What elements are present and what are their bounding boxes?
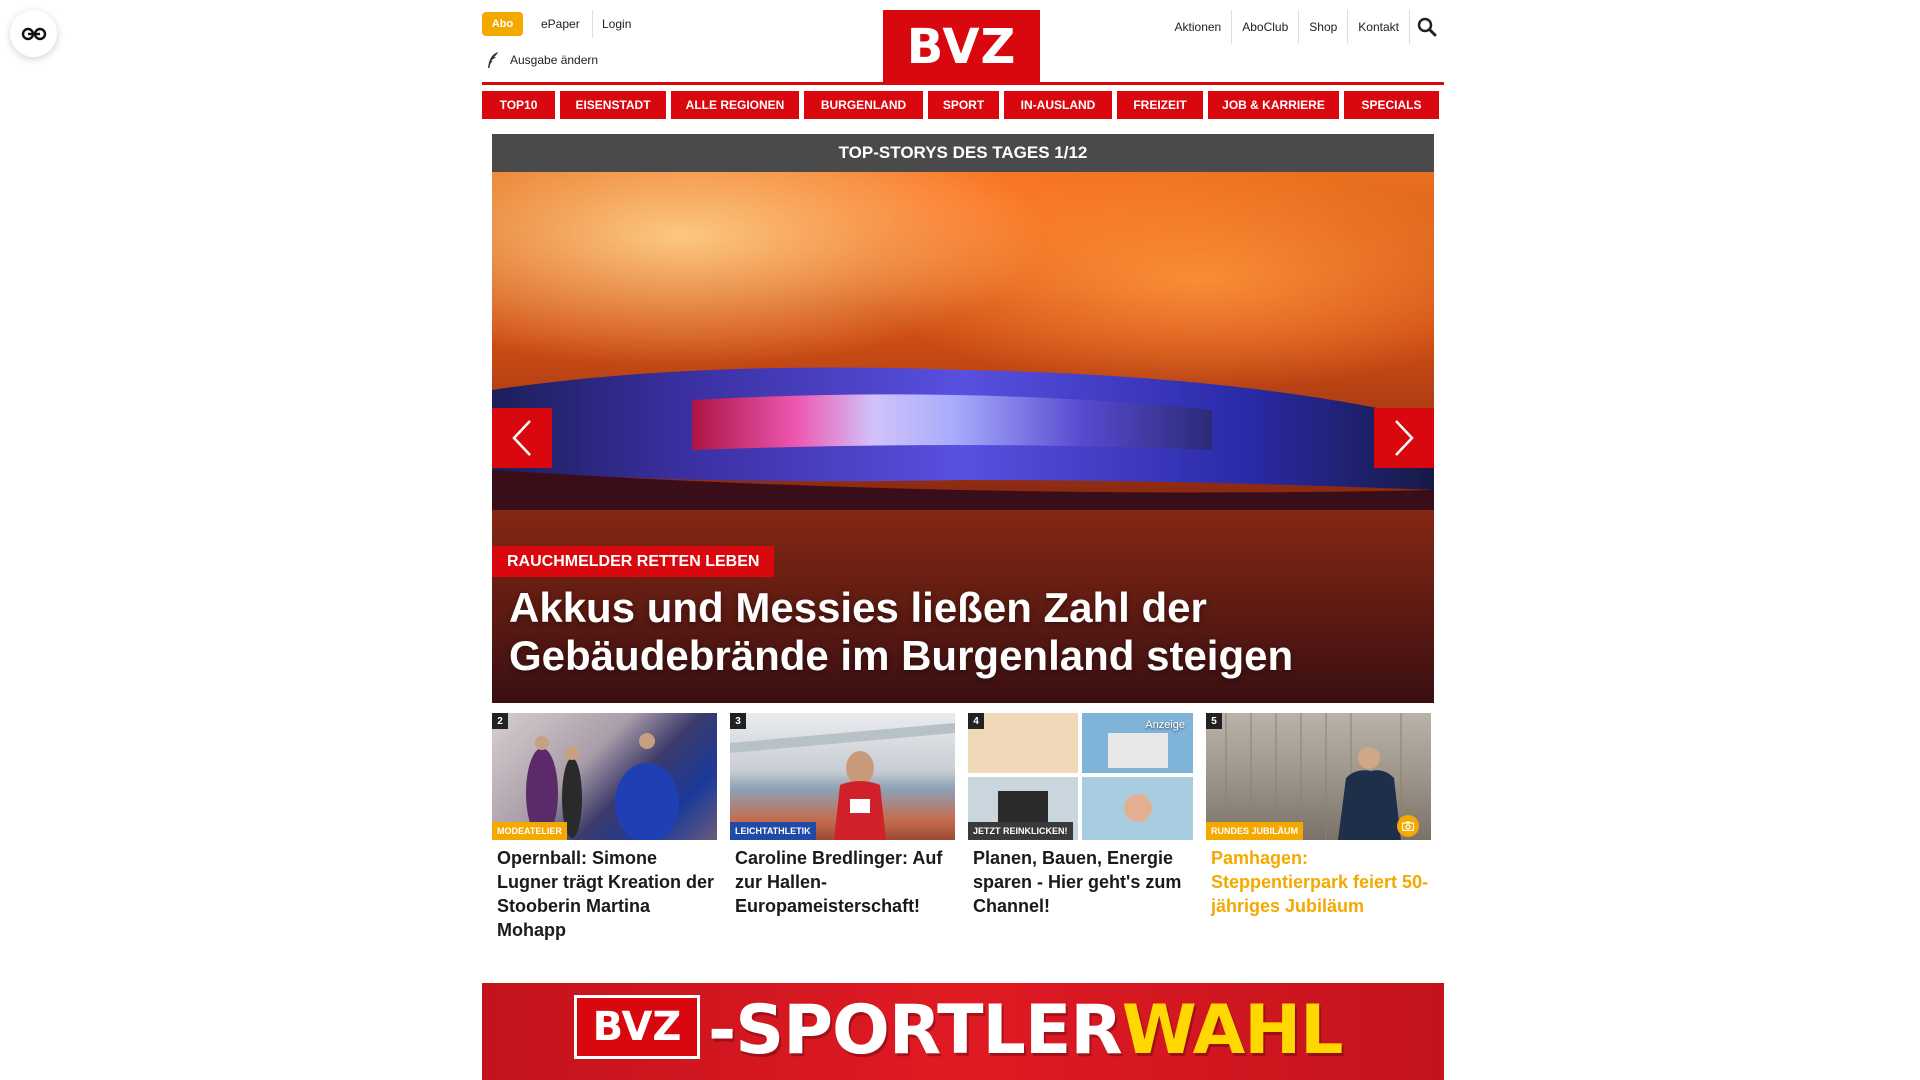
camera-icon (1402, 821, 1414, 831)
sportlerwahl-banner[interactable]: BVZ -SPORTLERWAHL (482, 983, 1444, 1080)
banner-logo: BVZ (574, 995, 700, 1059)
reader-mode-icon (21, 27, 46, 40)
teaser-image: 3 LEICHTATHLETIK (730, 713, 955, 840)
teaser-title[interactable]: Caroline Bredlinger: Auf zur Hallen-Euro… (730, 846, 955, 918)
shop-link[interactable]: Shop (1299, 10, 1349, 44)
service-links: Aktionen AboClub Shop Kontakt (1165, 10, 1444, 44)
search-button[interactable] (1410, 10, 1444, 44)
teaser-title[interactable]: Pamhagen: Steppentierpark feiert 50-jähr… (1206, 846, 1431, 918)
banner-text-yellow: WAHL (1121, 991, 1344, 1070)
nav-item-eisenstadt[interactable]: EISENSTADT (560, 91, 666, 119)
nav-item-burgenland[interactable]: BURGENLAND (804, 91, 923, 119)
page: Abo ePaper Login Ausgabe ändern BVZ Akti… (0, 0, 1920, 1080)
chevron-right-icon (1395, 420, 1414, 456)
reader-mode-button[interactable] (10, 10, 57, 57)
teaser-category: LEICHTATHLETIK (730, 822, 816, 840)
hero-title[interactable]: Akkus und Messies ließen Zahl der Gebäud… (509, 584, 1409, 680)
aktionen-link[interactable]: Aktionen (1165, 10, 1233, 44)
teaser-title[interactable]: Planen, Bauen, Energie sparen - Hier geh… (968, 846, 1193, 918)
nav-item-freizeit[interactable]: FREIZEIT (1117, 91, 1203, 119)
teaser-number: 5 (1206, 713, 1222, 729)
main-navigation: TOP10 EISENSTADT ALLE REGIONEN BURGENLAN… (482, 91, 1444, 119)
teaser-image: Anzeige 4 JETZT REINKLICKEN! (968, 713, 1193, 840)
header: Abo ePaper Login Ausgabe ändern BVZ Akti… (482, 0, 1444, 83)
chevron-left-icon (512, 420, 531, 456)
banner-text-white: -SPORTLER (708, 991, 1123, 1070)
teaser-card[interactable]: 3 LEICHTATHLETIK Caroline Bredlinger: Au… (730, 713, 955, 942)
nav-item-alle-regionen[interactable]: ALLE REGIONEN (671, 91, 799, 119)
police-light-image (492, 367, 1434, 510)
teaser-card[interactable]: Anzeige 4 JETZT REINKLICKEN! Planen, Bau… (968, 713, 1193, 942)
gallery-badge (1397, 815, 1419, 837)
slider-next-button[interactable] (1374, 408, 1434, 468)
header-divider (482, 82, 1444, 85)
teaser-category: MODEATELIER (492, 822, 567, 840)
teaser-title[interactable]: Opernball: Simone Lugner trägt Kreation … (492, 846, 717, 942)
bvz-logo[interactable]: BVZ (883, 10, 1040, 83)
teaser-number: 3 (730, 713, 746, 729)
teaser-card[interactable]: 2 MODEATELIER Opernball: Simone Lugner t… (492, 713, 717, 942)
teaser-photo (526, 733, 679, 840)
logo-text: BVZ (906, 18, 1017, 75)
aboclub-link[interactable]: AboClub (1232, 10, 1300, 44)
search-icon (1417, 17, 1437, 37)
banner-logo-text: BVZ (592, 1004, 682, 1050)
anzeige-label: Anzeige (1145, 719, 1185, 731)
login-link[interactable]: Login (602, 13, 631, 35)
nav-item-top10[interactable]: TOP10 (482, 91, 555, 119)
ausgabe-label: Ausgabe ändern (510, 53, 599, 67)
teaser-category: RUNDES JUBILÄUM (1206, 822, 1304, 840)
epaper-link[interactable]: ePaper (541, 13, 580, 35)
banner-headline: -SPORTLERWAHL (708, 991, 1344, 1071)
kontakt-link[interactable]: Kontakt (1348, 10, 1410, 44)
main-wrapper: Abo ePaper Login Ausgabe ändern BVZ Akti… (482, 0, 1444, 1080)
divider (592, 10, 593, 38)
teaser-row: 2 MODEATELIER Opernball: Simone Lugner t… (492, 713, 1434, 942)
abo-button[interactable]: Abo (482, 12, 523, 36)
teaser-card[interactable]: 5 RUNDES JUBILÄUM Pamhagen: Steppentierp… (1206, 713, 1431, 942)
teaser-number: 4 (968, 713, 984, 729)
nav-item-in-ausland[interactable]: IN-AUSLAND (1004, 91, 1112, 119)
nav-item-job-karriere[interactable]: JOB & KARRIERE (1208, 91, 1339, 119)
hero-story[interactable]: RAUCHMELDER RETTEN LEBEN Akkus und Messi… (492, 172, 1434, 703)
ausgabe-aendern-link[interactable]: Ausgabe ändern (486, 50, 598, 70)
feather-icon (488, 52, 498, 68)
teaser-number: 2 (492, 713, 508, 729)
top-stories-heading: TOP-STORYS DES TAGES 1/12 (492, 134, 1434, 172)
teaser-image: 2 MODEATELIER (492, 713, 717, 840)
teaser-photo (730, 723, 955, 840)
slider-prev-button[interactable] (492, 408, 552, 468)
teaser-photo (968, 713, 1193, 840)
nav-item-sport[interactable]: SPORT (928, 91, 999, 119)
teaser-image: 5 RUNDES JUBILÄUM (1206, 713, 1431, 840)
hero-category-badge: RAUCHMELDER RETTEN LEBEN (492, 546, 775, 577)
teaser-category: JETZT REINKLICKEN! (968, 822, 1073, 840)
nav-item-specials[interactable]: SPECIALS (1344, 91, 1439, 119)
